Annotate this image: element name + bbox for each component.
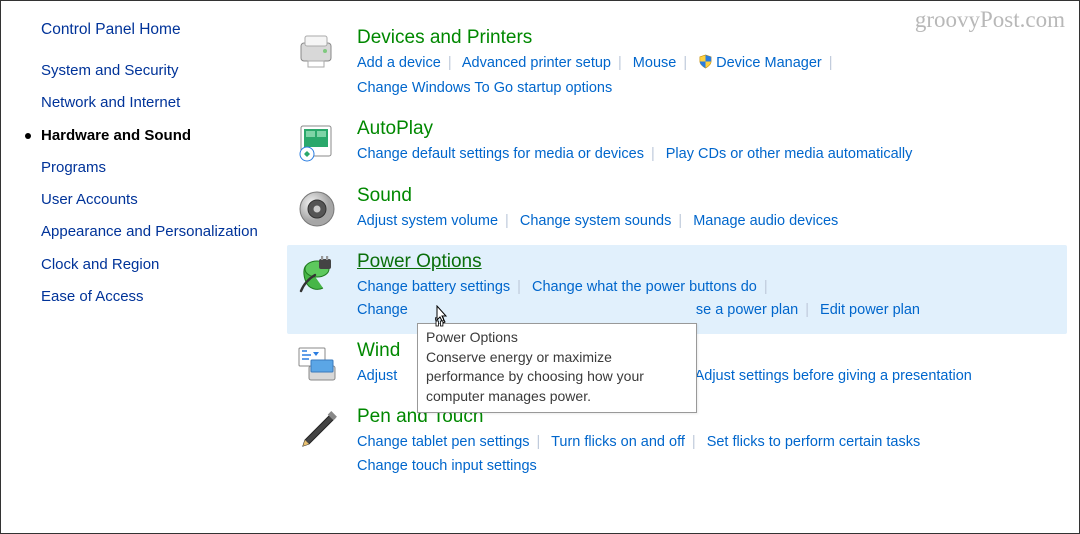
pen-and-touch-icon bbox=[295, 408, 339, 452]
manage-audio-devices-link[interactable]: Manage audio devices bbox=[693, 213, 838, 229]
category-sound: Sound Adjust system volume| Change syste… bbox=[287, 179, 1067, 245]
control-panel-home-link[interactable]: Control Panel Home bbox=[41, 21, 267, 39]
edit-power-plan-link[interactable]: Edit power plan bbox=[820, 302, 920, 318]
category-power-options: Power Options Change battery settings| C… bbox=[287, 245, 1067, 334]
category-devices-printers: Devices and Printers Add a device| Advan… bbox=[287, 21, 1067, 112]
choose-power-plan-link-partial[interactable]: se a power plan bbox=[696, 302, 798, 318]
main-content: Devices and Printers Add a device| Advan… bbox=[287, 21, 1067, 533]
power-line2-partial-left[interactable]: Change bbox=[357, 302, 408, 318]
advanced-printer-setup-link[interactable]: Advanced printer setup bbox=[462, 55, 611, 71]
sidebar-item-ease-of-access[interactable]: Ease of Access bbox=[41, 287, 267, 307]
category-autoplay: AutoPlay Change default settings for med… bbox=[287, 112, 1067, 178]
change-system-sounds-link[interactable]: Change system sounds bbox=[520, 213, 672, 229]
set-flicks-tasks-link[interactable]: Set flicks to perform certain tasks bbox=[707, 434, 921, 450]
change-touch-input-link[interactable]: Change touch input settings bbox=[357, 458, 537, 474]
power-options-icon bbox=[295, 253, 339, 297]
adjust-presentation-link[interactable]: Adjust settings before giving a presenta… bbox=[695, 368, 972, 384]
windows-to-go-link[interactable]: Change Windows To Go startup options bbox=[357, 80, 612, 96]
sidebar: Control Panel Home System and Security N… bbox=[19, 21, 287, 533]
change-battery-settings-link[interactable]: Change battery settings bbox=[357, 279, 510, 295]
devices-printers-title[interactable]: Devices and Printers bbox=[357, 27, 532, 49]
autoplay-title[interactable]: AutoPlay bbox=[357, 118, 433, 140]
sidebar-item-user-accounts[interactable]: User Accounts bbox=[41, 190, 267, 210]
play-cds-link[interactable]: Play CDs or other media automatically bbox=[666, 146, 913, 162]
sidebar-item-programs[interactable]: Programs bbox=[41, 158, 267, 178]
mouse-cursor-icon bbox=[431, 305, 451, 333]
tooltip-text: Conserve energy or maximize performance … bbox=[426, 348, 688, 407]
device-manager-link[interactable]: Device Manager bbox=[716, 55, 822, 71]
sidebar-item-network-internet[interactable]: Network and Internet bbox=[41, 93, 267, 113]
mouse-link[interactable]: Mouse bbox=[633, 55, 677, 71]
power-options-title[interactable]: Power Options bbox=[357, 251, 482, 273]
add-device-link[interactable]: Add a device bbox=[357, 55, 441, 71]
sound-icon bbox=[295, 187, 339, 231]
sidebar-item-clock-region[interactable]: Clock and Region bbox=[41, 255, 267, 275]
tooltip: Power Options Conserve energy or maximiz… bbox=[417, 323, 697, 413]
sound-title[interactable]: Sound bbox=[357, 185, 412, 207]
mobility-center-icon bbox=[295, 342, 339, 386]
change-power-buttons-link[interactable]: Change what the power buttons do bbox=[532, 279, 757, 295]
sidebar-item-appearance-personalization[interactable]: Appearance and Personalization bbox=[41, 222, 267, 242]
change-default-media-link[interactable]: Change default settings for media or dev… bbox=[357, 146, 644, 162]
mobility-center-title-partial[interactable]: Wind bbox=[357, 340, 400, 362]
autoplay-icon bbox=[295, 120, 339, 164]
change-tablet-pen-link[interactable]: Change tablet pen settings bbox=[357, 434, 530, 450]
sidebar-item-system-security[interactable]: System and Security bbox=[41, 61, 267, 81]
category-pen-and-touch: Pen and Touch Change tablet pen settings… bbox=[287, 400, 1067, 489]
shield-icon bbox=[698, 54, 713, 77]
sidebar-item-hardware-sound[interactable]: Hardware and Sound bbox=[41, 126, 267, 146]
mobility-adjust-partial[interactable]: Adjust bbox=[357, 368, 397, 384]
tooltip-title: Power Options bbox=[426, 328, 688, 348]
devices-printers-icon bbox=[295, 29, 339, 73]
turn-flicks-link[interactable]: Turn flicks on and off bbox=[551, 434, 685, 450]
adjust-volume-link[interactable]: Adjust system volume bbox=[357, 213, 498, 229]
